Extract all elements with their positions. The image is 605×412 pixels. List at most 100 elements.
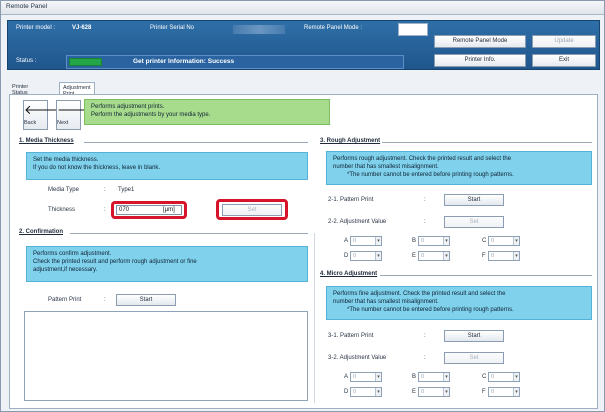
section-divider [382,142,592,143]
micro-start-button[interactable]: Start [444,330,504,342]
chevron-down-icon[interactable]: ▾ [513,373,519,381]
info-line: Check the printed result and perform rou… [33,259,197,265]
micro-spinner-f[interactable]: 0 ▾ [488,387,520,397]
intro-info: Performs adjustment prints. Perform the … [84,99,330,125]
rough-start-button[interactable]: Start [444,194,504,206]
tab-printer-status[interactable]: Printer Status [9,82,31,96]
update-button[interactable]: Update [532,35,596,48]
next-label: Next [57,120,69,126]
micro-spinner-d[interactable]: 0 ▾ [350,387,382,397]
media-type-colon: : [104,187,106,193]
arrow-right-icon: 🡒 [57,102,92,117]
info-line: *The number cannot be entered before pri… [347,307,514,313]
exit-button[interactable]: Exit [532,54,596,67]
spinner-value: 0 [353,238,357,244]
spinner-value: 0 [491,389,495,395]
micro-adjustment-info: Performs fine adjustment. Check the prin… [326,286,592,320]
spinner-label-a: A [344,374,349,380]
info-line: Performs fine adjustment. Check the prin… [333,291,506,297]
micro-spinner-a[interactable]: 0 ▾ [350,372,382,382]
printer-model-value: VJ-628 [72,25,92,31]
rough-spinner-f[interactable]: 0 ▾ [488,251,520,261]
window-title: Remote Panel [6,3,48,10]
rough-spinner-c[interactable]: 0 ▾ [488,236,520,246]
spinner-value: 0 [491,374,495,380]
section-divider [70,233,308,234]
intro-line: Performs adjustment prints. [91,104,165,110]
micro-pattern-colon: : [424,333,426,339]
rough-spinner-a[interactable]: 0 ▾ [350,236,382,246]
chevron-down-icon[interactable]: ▾ [375,237,381,245]
confirmation-info: Performs confirm adjustment. Check the p… [26,246,308,282]
tab-adjustment-print[interactable]: Adjustment Print [59,82,95,97]
spinner-value: 0 [491,238,495,244]
spinner-label-a: A [344,238,349,244]
chevron-down-icon[interactable]: ▾ [443,373,449,381]
media-type-label: Media Type [48,187,79,193]
window-titlebar: Remote Panel [1,1,604,15]
media-thickness-info: Set the media thickness. If you do not k… [26,152,308,180]
pattern-print-label: Pattern Print [48,297,82,303]
spinner-label-b: B [412,374,417,380]
printer-serial-label: Printer Serial No [150,25,195,31]
media-type-value: Type1 [118,187,135,193]
adjustment-print-panel: 🡐 Back 🡒 Next Performs adjustment prints… [9,94,598,409]
rough-adjustment-info: Performs rough adjustment. Check the pri… [326,151,592,185]
thickness-colon: : [104,207,106,213]
chevron-down-icon[interactable]: ▾ [375,252,381,260]
chevron-down-icon[interactable]: ▾ [513,388,519,396]
spinner-label-b: B [412,238,417,244]
micro-spinner-e[interactable]: 0 ▾ [418,387,450,397]
rough-set-button[interactable]: Set [444,216,504,228]
spinner-value: 0 [353,374,357,380]
section-divider [84,142,308,143]
chevron-down-icon[interactable]: ▾ [443,388,449,396]
micro-spinner-b[interactable]: 0 ▾ [418,372,450,382]
remote-panel-mode-button[interactable]: Remote Panel Mode [434,35,526,48]
rough-adjustment-title: 3. Rough Adjustment [320,138,381,144]
next-button[interactable]: 🡒 Next [56,100,92,130]
thickness-label: Thickness [48,207,76,213]
rough-spinner-d[interactable]: 0 ▾ [350,251,382,261]
spinner-label-e: E [412,253,417,259]
info-line: number that has smallest misalignment. [333,299,439,305]
chevron-down-icon[interactable]: ▾ [443,252,449,260]
log-output-area[interactable] [24,311,308,401]
chevron-down-icon[interactable]: ▾ [443,237,449,245]
micro-adjustment-title: 4. Micro Adjustment [320,271,378,277]
section-divider [380,275,592,276]
confirmation-title: 2. Confirmation [19,229,64,235]
chevron-down-icon[interactable]: ▾ [375,373,381,381]
micro-value-label: 3-2. Adjustment Value [328,355,387,361]
spinner-label-f: F [482,389,486,395]
chevron-down-icon[interactable]: ▾ [513,237,519,245]
printer-model-label: Printer model : [16,25,56,31]
arrow-left-icon: 🡐 [24,102,59,117]
column-divider [314,233,315,403]
chevron-down-icon[interactable]: ▾ [375,388,381,396]
spinner-value: 0 [421,238,425,244]
rough-pattern-label: 2-1. Pattern Print [328,197,374,203]
chevron-down-icon[interactable]: ▾ [513,252,519,260]
status-box: Get printer Information: Success [66,55,404,69]
remote-panel-mode-label: Remote Panel Mode : [304,25,363,31]
confirmation-start-button[interactable]: Start [116,294,176,306]
back-button[interactable]: 🡐 Back [23,100,59,130]
micro-set-button[interactable]: Set [444,352,504,364]
printer-header: Printer model : VJ-628 Printer Serial No… [7,20,600,70]
spinner-value: 0 [421,389,425,395]
rough-spinner-b[interactable]: 0 ▾ [418,236,450,246]
spinner-value: 0 [421,374,425,380]
micro-value-colon: : [424,355,426,361]
status-label: Status : [16,58,37,64]
printer-serial-value [233,25,285,34]
rough-spinner-e[interactable]: 0 ▾ [418,251,450,261]
info-line: adjustment,if necessary. [33,267,98,273]
info-line: Performs confirm adjustment. [33,251,112,257]
info-line: number that has smallest misalignment. [333,164,439,170]
spinner-label-d: D [344,253,349,259]
printer-info-button[interactable]: Printer Info. [434,54,526,67]
spinner-label-e: E [412,389,417,395]
micro-spinner-c[interactable]: 0 ▾ [488,372,520,382]
spinner-value: 0 [353,389,357,395]
